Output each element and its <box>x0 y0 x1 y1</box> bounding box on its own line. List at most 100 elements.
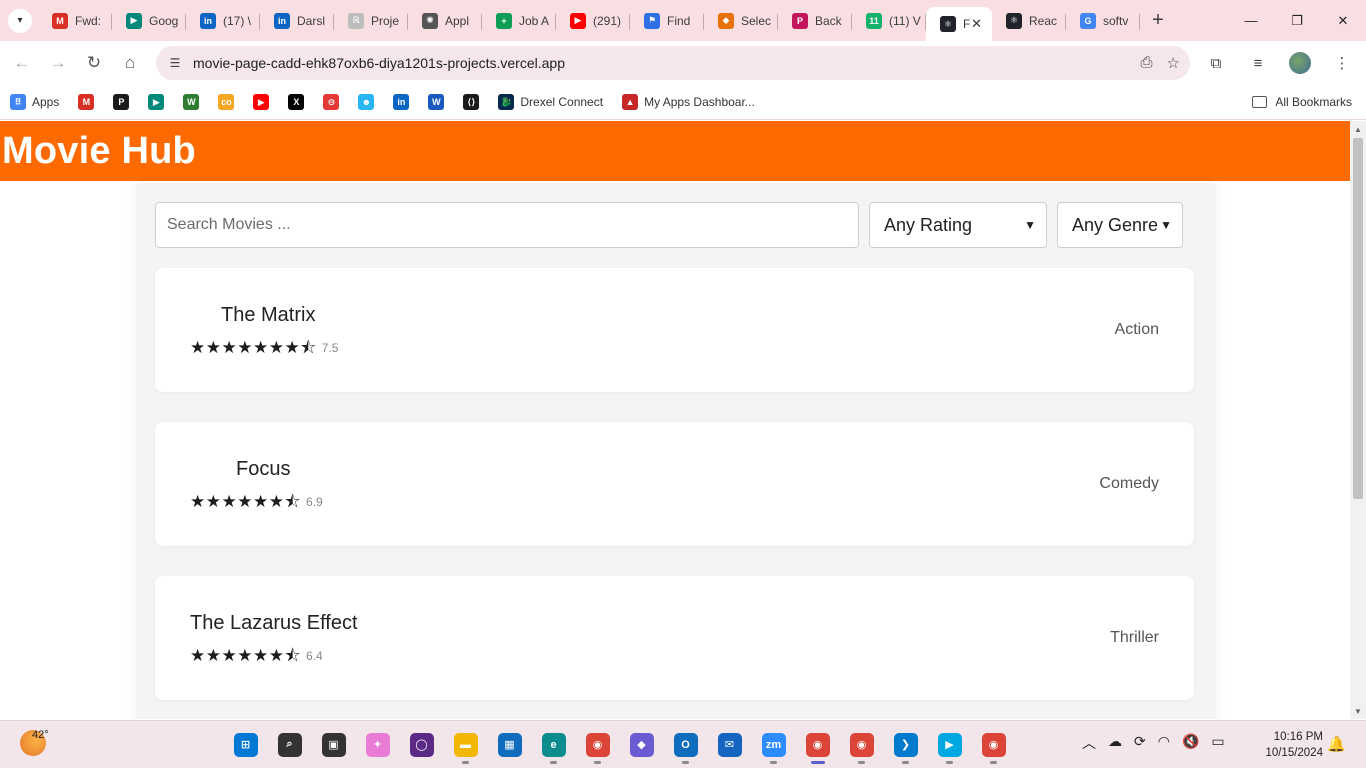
bookmark-item[interactable]: W <box>428 89 445 115</box>
star-rating: ★★★★★★⯪ 6.4 <box>190 646 323 665</box>
star-rating-icons: ★★★★★★⯪ <box>190 646 302 665</box>
taskbar-app[interactable]: ✉ <box>712 727 747 762</box>
wifi-icon[interactable]: ◠ <box>1158 733 1170 753</box>
scroll-thumb[interactable] <box>1353 138 1363 499</box>
taskbar-app[interactable]: O <box>668 727 703 764</box>
forward-button[interactable]: → <box>40 45 76 81</box>
taskbar-app[interactable]: zm <box>756 727 791 764</box>
bookmark-item[interactable]: M <box>78 89 95 115</box>
install-app-icon[interactable]: ⎙ <box>1141 54 1153 72</box>
browser-tab[interactable]: ⚛ Reac <box>992 5 1066 37</box>
scroll-down-arrow-icon[interactable]: ▼ <box>1350 703 1366 719</box>
taskbar-app[interactable]: ⌕ <box>272 727 307 762</box>
tab-search-button[interactable]: ▾ <box>8 8 32 33</box>
browser-tab[interactable]: ✺ Appl <box>408 5 482 37</box>
back-button[interactable]: ← <box>4 45 40 81</box>
windows-taskbar: 42° ⊞ ⌕ ▣ ✦ ◯ ▬ ▦ e ◉ ◆ O ✉ zm ◉ ◉ ❯ ▶ ◉ ︿ ☁ ⟳ ◠ 🔇 ▭ 10:1… <box>0 720 1366 768</box>
code-icon: ⟨⟩ <box>463 94 480 110</box>
puzzle-icon: ◆ <box>718 12 734 29</box>
chrome-icon: ◉ <box>585 732 610 757</box>
store-icon: ▦ <box>497 732 522 757</box>
bookmark-item[interactable]: ⟨⟩ <box>463 89 480 115</box>
bookmark-item[interactable]: in <box>393 89 410 115</box>
browser-tab[interactable]: ▶ (291) <box>556 5 630 37</box>
browser-tab[interactable]: ⚑ Find <box>630 5 704 37</box>
search-input[interactable] <box>155 202 859 248</box>
page-scrollbar[interactable]: ▲ ▼ <box>1350 121 1366 719</box>
media-controls-icon[interactable]: ≡ <box>1242 45 1274 81</box>
counter-icon: 11 <box>866 12 882 29</box>
movie-card[interactable]: The Matrix ★★★★★★★⯪ 7.5 Action <box>155 268 1194 392</box>
browser-tab[interactable]: Gsoftv <box>1066 5 1140 37</box>
browser-tab[interactable]: P Back <box>778 5 852 37</box>
bookmark-star-icon[interactable]: ☆ <box>1167 54 1180 72</box>
bookmark-item[interactable]: ▶ <box>148 89 165 115</box>
browser-tab[interactable]: ◆ Selec <box>704 5 778 37</box>
reload-button[interactable]: ↻ <box>76 45 112 81</box>
taskbar-app[interactable]: ◉ <box>800 727 835 764</box>
movie-genre: Action <box>1114 321 1159 338</box>
bookmark-item[interactable]: ⊖ <box>323 89 340 115</box>
volume-muted-icon[interactable]: 🔇 <box>1182 733 1199 753</box>
site-info-icon[interactable]: ☰ <box>160 56 190 70</box>
taskbar-app[interactable]: e <box>536 727 571 764</box>
taskbar-app[interactable]: ▦ <box>492 727 527 762</box>
taskbar-app[interactable]: ❯ <box>888 727 923 764</box>
home-button[interactable]: ⌂ <box>112 45 148 81</box>
browser-tab[interactable]: in (17) \ <box>186 5 260 37</box>
browser-tab[interactable]: ℝ Proje <box>334 5 408 37</box>
browser-tab[interactable]: ⚛ F ✕ <box>926 7 992 41</box>
scroll-up-arrow-icon[interactable]: ▲ <box>1350 121 1366 137</box>
movie-card[interactable]: The Lazarus Effect ★★★★★★⯪ 6.4 Thriller <box>155 576 1194 700</box>
tab-title: Back <box>815 13 842 28</box>
tab-title: Fwd: <box>75 13 102 28</box>
profile-avatar[interactable] <box>1284 45 1316 81</box>
bookmark-item[interactable]: ▲ My Apps Dashboar... <box>622 89 755 115</box>
onedrive-icon[interactable]: ☁ <box>1108 733 1122 753</box>
battery-icon[interactable]: ▭ <box>1211 733 1224 753</box>
close-tab-icon[interactable]: ✕ <box>971 16 982 32</box>
taskbar-app[interactable]: ◆ <box>624 727 659 762</box>
bookmark-item[interactable]: 🐉 Drexel Connect <box>498 89 603 115</box>
bookmark-item[interactable]: ⠿ Apps <box>10 89 59 115</box>
taskbar-app[interactable]: ◯ <box>404 727 439 762</box>
extensions-icon[interactable]: ⧉ <box>1200 45 1232 81</box>
close-window-button[interactable]: ✕ <box>1320 0 1366 41</box>
browser-tab[interactable]: ▶ Goog <box>112 5 186 37</box>
movie-card[interactable]: Focus ★★★★★★⯪ 6.9 Comedy <box>155 422 1194 546</box>
clock[interactable]: 10:16 PM 10/15/2024 <box>1265 729 1323 761</box>
bookmark-item[interactable]: W <box>183 89 200 115</box>
taskbar-app[interactable]: ▶ <box>932 727 967 764</box>
rating-filter-select[interactable]: Any Rating ▼ <box>869 202 1047 248</box>
bookmark-item[interactable]: X <box>288 89 305 115</box>
taskbar-app[interactable]: ◉ <box>976 727 1011 764</box>
browser-tab[interactable]: in Darsl <box>260 5 334 37</box>
restore-button[interactable]: ❐ <box>1274 0 1320 41</box>
taskbar-app[interactable]: ⊞ <box>228 727 263 762</box>
bookmark-item[interactable]: P <box>113 89 130 115</box>
prime-video-icon: ▶ <box>937 732 962 757</box>
taskbar-app[interactable]: ◉ <box>580 727 615 764</box>
sync-icon[interactable]: ⟳ <box>1134 733 1146 753</box>
taskbar-app[interactable]: ▣ <box>316 727 351 762</box>
new-tab-button[interactable]: + <box>1144 7 1172 35</box>
chevron-down-icon: ▼ <box>1160 218 1172 232</box>
address-bar[interactable]: ☰ movie-page-cadd-ehk87oxb6-diya1201s-pr… <box>156 46 1190 80</box>
browser-tab[interactable]: M Fwd: <box>38 5 112 37</box>
bookmark-item[interactable]: ☻ <box>358 89 375 115</box>
taskbar-app[interactable]: ✦ <box>360 727 395 762</box>
genre-filter-select[interactable]: Any Genre ▼ <box>1057 202 1183 248</box>
taskbar-app[interactable]: ◉ <box>844 727 879 764</box>
mail-icon: ✉ <box>717 732 742 757</box>
minimize-button[interactable]: — <box>1228 0 1274 41</box>
notification-bell-icon[interactable]: 🔔 <box>1327 735 1346 753</box>
url-text[interactable]: movie-page-cadd-ehk87oxb6-diya1201s-proj… <box>193 55 565 71</box>
bookmark-item[interactable]: ▶ <box>253 89 270 115</box>
chevron-up-icon[interactable]: ︿ <box>1082 733 1096 753</box>
browser-tab[interactable]: 11 (11) V <box>852 5 926 37</box>
more-menu-icon[interactable]: ⋮ <box>1326 45 1358 81</box>
browser-tab[interactable]: + Job A <box>482 5 556 37</box>
all-bookmarks-button[interactable]: All Bookmarks <box>1252 89 1352 115</box>
taskbar-app[interactable]: ▬ <box>448 727 483 764</box>
bookmark-item[interactable]: co <box>218 89 235 115</box>
